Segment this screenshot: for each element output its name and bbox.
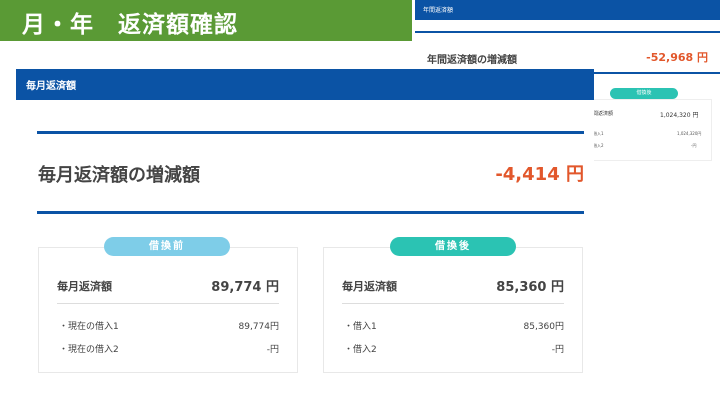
after-loan1-label: ・借入1 (344, 322, 377, 332)
divider (37, 211, 584, 214)
annual-header: 年間返済額 (415, 0, 720, 20)
before-loan2-label: ・現在の借入2 (59, 345, 119, 355)
monthly-header: 毎月返済額 (16, 69, 594, 100)
monthly-header-title: 毎月返済額 (26, 81, 76, 92)
monthly-diff-value: -4,414 円 (495, 164, 584, 185)
after-loan2-label: ・借入2 (344, 345, 377, 355)
monthly-repayment-panel: 毎月返済額 毎月返済額の増減額 -4,414 円 毎月返済額 89,774 円 … (16, 69, 594, 405)
before-loan2-value: -円 (266, 345, 279, 355)
annual-sub2-label: 借入2 (593, 143, 604, 148)
monthly-diff-label: 毎月返済額の増減額 (38, 165, 200, 186)
annual-after-pill-label: 借換後 (636, 90, 652, 96)
annual-header-title: 年間返済額 (423, 7, 454, 14)
slide-title: 月・年 返済額確認 (22, 12, 238, 38)
divider (37, 131, 584, 134)
after-monthly-value: 85,360 円 (496, 280, 564, 295)
annual-sub1-label: 借入1 (593, 131, 604, 136)
before-loan1-value: 89,774円 (238, 322, 280, 332)
annual-after-pill: 借換後 (610, 88, 678, 99)
before-monthly-value: 89,774 円 (211, 280, 279, 295)
after-refinance-card: 毎月返済額 85,360 円 ・借入1 85,360円 ・借入2 -円 (323, 247, 583, 373)
divider (415, 31, 720, 33)
annual-diff-value: -52,968 円 (646, 51, 708, 64)
before-refinance-pill: 借換前 (104, 237, 230, 256)
after-loan2-value: -円 (551, 345, 564, 355)
annual-sub1-value: 1,024,320円 (677, 131, 702, 136)
annual-row-label: 間返済額 (593, 111, 614, 117)
divider (342, 303, 564, 304)
annual-sub2-value: -円 (691, 143, 697, 148)
annual-after-card (588, 99, 712, 161)
after-loan1-value: 85,360円 (523, 322, 565, 332)
after-monthly-label: 毎月返済額 (342, 280, 397, 293)
after-refinance-pill: 借換後 (390, 237, 516, 256)
before-loan1-label: ・現在の借入1 (59, 322, 119, 332)
before-monthly-label: 毎月返済額 (57, 280, 112, 293)
slide-title-bar: 月・年 返済額確認 (0, 0, 412, 41)
before-refinance-card: 毎月返済額 89,774 円 ・現在の借入1 89,774円 ・現在の借入2 -… (38, 247, 298, 373)
annual-row-value: 1,024,320 円 (660, 112, 699, 119)
divider (57, 303, 279, 304)
annual-diff-label: 年間返済額の増減額 (427, 55, 517, 66)
